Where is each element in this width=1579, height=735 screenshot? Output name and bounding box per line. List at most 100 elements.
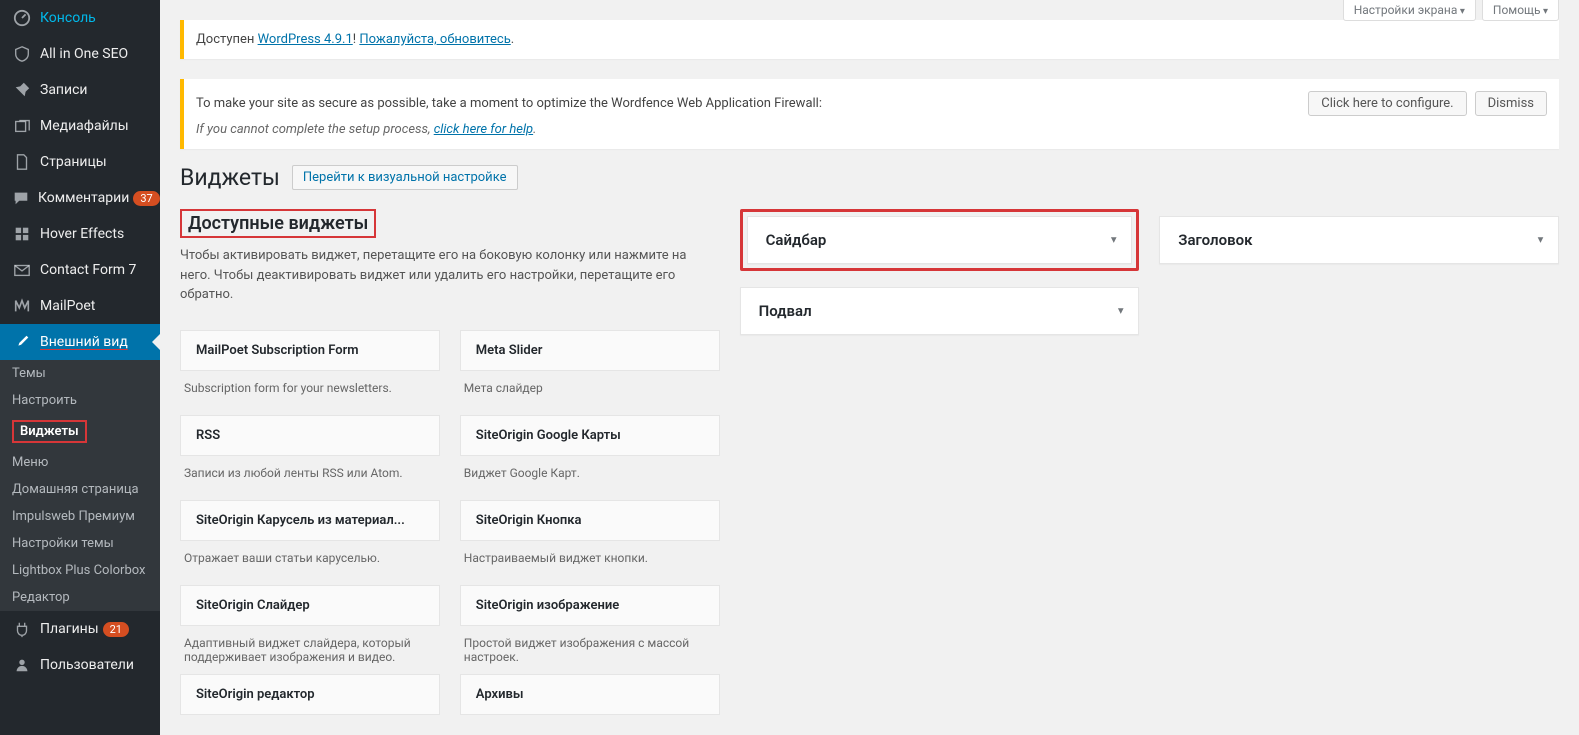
widget-desc: Отражает ваши статьи каруселью.	[180, 541, 440, 575]
plugins-badge: 21	[103, 622, 129, 637]
menu-cf7[interactable]: Contact Form 7	[0, 252, 160, 288]
widget-area-title: Подвал	[741, 288, 1139, 334]
menu-label: All in One SEO	[40, 46, 128, 62]
widget-desc: Простой виджет изображения с массой наст…	[460, 626, 720, 664]
menu-pages[interactable]: Страницы	[0, 144, 160, 180]
menu-comments[interactable]: Комментарии 37	[0, 180, 160, 216]
mailpoet-icon	[12, 296, 32, 316]
brush-icon	[12, 332, 32, 352]
content-area: Настройки экрана Помощь Доступен WordPre…	[160, 0, 1579, 735]
update-prefix: Доступен	[196, 32, 258, 47]
widget-desc: Мета слайдер	[460, 371, 720, 405]
visual-customize-button[interactable]: Перейти к визуальной настройке	[292, 165, 518, 190]
page-header: Виджеты Перейти к визуальной настройке	[180, 164, 1559, 191]
widget-desc: Записи из любой ленты RSS или Atom.	[180, 456, 440, 490]
wf-configure-button[interactable]: Click here to configure.	[1308, 91, 1466, 116]
menu-label: Пользователи	[40, 657, 134, 673]
menu-label: MailPoet	[40, 298, 95, 314]
widget-item[interactable]: RSS	[180, 415, 440, 456]
sub-themes[interactable]: Темы	[0, 360, 160, 387]
wf-message: To make your site as secure as possible,…	[196, 96, 822, 111]
available-widgets-column: Доступные виджеты Чтобы активировать вид…	[180, 209, 720, 715]
menu-posts[interactable]: Записи	[0, 72, 160, 108]
sidebar-area-highlight: Сайдбар	[740, 209, 1140, 271]
widget-grid: MailPoet Subscription FormSubscription f…	[180, 320, 720, 715]
widget-desc: Subscription form for your newsletters.	[180, 371, 440, 405]
admin-sidebar: Консоль All in One SEO Записи Медиафайлы…	[0, 0, 160, 735]
wp-version-link[interactable]: WordPress 4.9.1	[258, 32, 353, 47]
widget-item[interactable]: SiteOrigin Кнопка	[460, 500, 720, 541]
sub-editor[interactable]: Редактор	[0, 584, 160, 611]
page-title: Виджеты	[180, 164, 280, 191]
update-suffix: .	[511, 32, 514, 47]
sub-widgets-label: Виджеты	[12, 420, 87, 443]
sub-theme-settings[interactable]: Настройки темы	[0, 530, 160, 557]
menu-label: Медиафайлы	[40, 118, 129, 134]
please-update-link[interactable]: Пожалуйста, обновитесь	[359, 32, 510, 47]
sub-widgets[interactable]: Виджеты	[0, 414, 160, 449]
wf-sub-prefix: If you cannot complete the setup process…	[196, 122, 434, 137]
menu-label: Contact Form 7	[40, 262, 136, 278]
comments-badge: 37	[133, 191, 159, 206]
widget-areas-col-2: Заголовок	[1159, 209, 1559, 715]
grid-icon	[12, 224, 32, 244]
widget-item[interactable]: Архивы	[460, 674, 720, 715]
widget-area-sidebar[interactable]: Сайдбар	[747, 216, 1133, 264]
widget-area-title: Сайдбар	[748, 217, 1132, 263]
widget-item[interactable]: MailPoet Subscription Form	[180, 330, 440, 371]
menu-label: Записи	[40, 82, 88, 98]
widget-item[interactable]: SiteOrigin Google Карты	[460, 415, 720, 456]
wordfence-notice: To make your site as secure as possible,…	[180, 79, 1559, 149]
widget-areas-col-1: Сайдбар Подвал	[740, 209, 1140, 715]
available-widgets-heading: Доступные виджеты	[180, 209, 376, 238]
available-widgets-desc: Чтобы активировать виджет, перетащите ег…	[180, 246, 720, 305]
widget-desc: Настраиваемый виджет кнопки.	[460, 541, 720, 575]
update-notice: Доступен WordPress 4.9.1! Пожалуйста, об…	[180, 20, 1559, 59]
widget-item[interactable]: SiteOrigin редактор	[180, 674, 440, 715]
media-icon	[12, 116, 32, 136]
appearance-submenu: Темы Настроить Виджеты Меню Домашняя стр…	[0, 360, 160, 611]
sub-homepage[interactable]: Домашняя страница	[0, 476, 160, 503]
menu-label: Hover Effects	[40, 226, 124, 242]
sub-customize[interactable]: Настроить	[0, 387, 160, 414]
page-icon	[12, 152, 32, 172]
dashboard-icon	[12, 8, 32, 28]
menu-label: Внешний вид	[40, 334, 128, 350]
widget-item[interactable]: Meta Slider	[460, 330, 720, 371]
menu-console[interactable]: Консоль	[0, 0, 160, 36]
screen-options-button[interactable]: Настройки экрана	[1343, 0, 1476, 21]
menu-hover-effects[interactable]: Hover Effects	[0, 216, 160, 252]
pin-icon	[12, 80, 32, 100]
sub-lightbox[interactable]: Lightbox Plus Colorbox	[0, 557, 160, 584]
widget-item[interactable]: SiteOrigin Слайдер	[180, 585, 440, 626]
shield-icon	[12, 44, 32, 64]
wf-help-link[interactable]: click here for help	[434, 122, 533, 137]
sub-impulsweb[interactable]: Impulsweb Премиум	[0, 503, 160, 530]
menu-label: Страницы	[40, 154, 107, 170]
plugin-icon	[12, 619, 32, 639]
menu-appearance[interactable]: Внешний вид	[0, 324, 160, 360]
widget-area-footer[interactable]: Подвал	[740, 287, 1140, 335]
widget-area-header[interactable]: Заголовок	[1159, 216, 1559, 264]
widget-desc: Адаптивный виджет слайдера, который подд…	[180, 626, 440, 664]
wf-sub-suffix: .	[533, 122, 536, 137]
screen-meta: Настройки экрана Помощь	[1343, 0, 1559, 21]
comment-icon	[12, 188, 30, 208]
mail-icon	[12, 260, 32, 280]
sub-menus[interactable]: Меню	[0, 449, 160, 476]
menu-mailpoet[interactable]: MailPoet	[0, 288, 160, 324]
menu-label: Плагины	[40, 621, 99, 637]
menu-media[interactable]: Медиафайлы	[0, 108, 160, 144]
widget-desc: Виджет Google Карт.	[460, 456, 720, 490]
menu-plugins[interactable]: Плагины 21	[0, 611, 160, 647]
widget-item[interactable]: SiteOrigin изображение	[460, 585, 720, 626]
widget-area-title: Заголовок	[1160, 217, 1558, 263]
menu-label: Комментарии	[38, 190, 129, 206]
menu-users[interactable]: Пользователи	[0, 647, 160, 683]
users-icon	[12, 655, 32, 675]
menu-aioseo[interactable]: All in One SEO	[0, 36, 160, 72]
help-button[interactable]: Помощь	[1482, 0, 1559, 21]
widget-item[interactable]: SiteOrigin Карусель из материал...	[180, 500, 440, 541]
menu-label: Консоль	[40, 10, 96, 26]
wf-dismiss-button[interactable]: Dismiss	[1475, 91, 1547, 116]
